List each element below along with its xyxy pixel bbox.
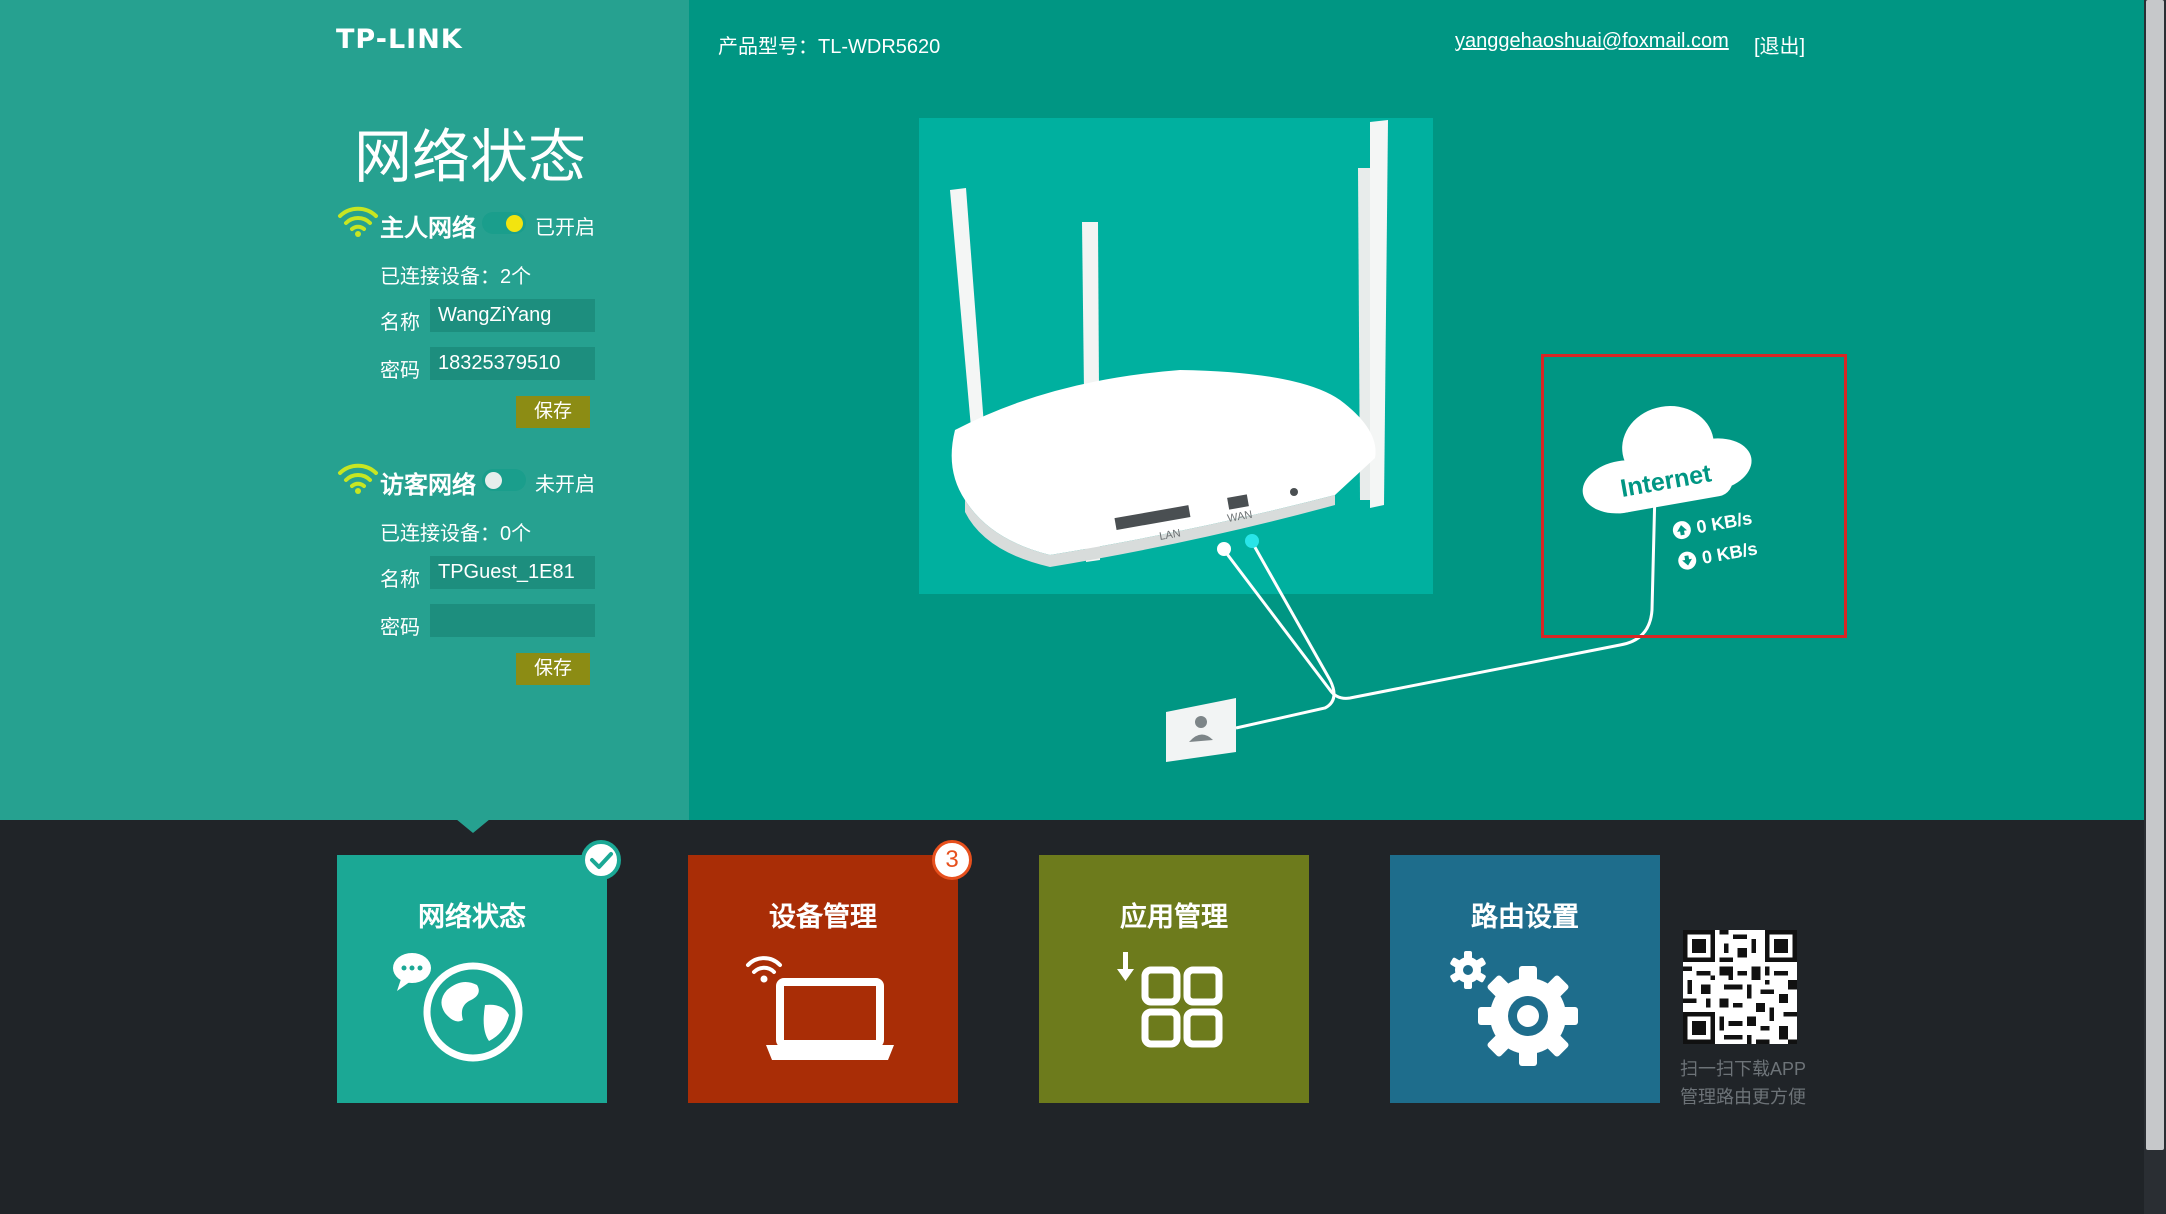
selected-check-icon	[581, 840, 621, 880]
lan-port-dot	[1217, 542, 1231, 556]
checkmark-icon	[590, 852, 613, 869]
tile-router-settings[interactable]: 路由设置	[1390, 855, 1660, 1103]
active-tab-pointer	[456, 819, 490, 833]
device-count-badge: 3	[932, 840, 972, 880]
wan-port-dot	[1245, 534, 1259, 548]
client-device-icon	[1166, 698, 1236, 762]
internet-highlight-box	[1541, 354, 1847, 638]
qr-caption-line2: 管理路由更方便	[1680, 1087, 1806, 1107]
scrollbar-thumb[interactable]	[2146, 0, 2164, 1150]
tile-app-management[interactable]: 应用管理	[1039, 855, 1309, 1103]
gear-icon	[1450, 951, 1578, 1066]
router-body: LAN WAN	[951, 370, 1376, 567]
laptop-icon	[746, 956, 894, 1060]
tile-device-management[interactable]: 设备管理	[688, 855, 958, 1103]
globe-icon	[393, 953, 523, 1062]
apps-grid-icon	[1117, 952, 1223, 1048]
qr-caption-line1: 扫一扫下载APP	[1680, 1059, 1807, 1079]
app-qr-code[interactable]	[1683, 930, 1797, 1044]
tile-network-status[interactable]: 网络状态	[337, 855, 607, 1103]
